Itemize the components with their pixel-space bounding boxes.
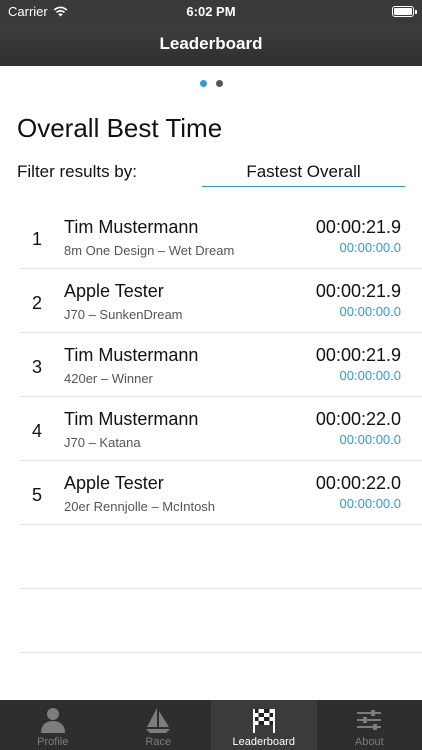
- battery-icon: [392, 6, 417, 17]
- sub-time: 00:00:00.0: [339, 368, 401, 383]
- page-dot-1[interactable]: [199, 80, 207, 87]
- rank: 3: [32, 357, 43, 377]
- filter-select[interactable]: Fastest Overall: [202, 160, 405, 187]
- page-indicator[interactable]: [0, 80, 422, 87]
- sub-time: 00:00:00.0: [339, 240, 401, 255]
- nav-title: Leaderboard: [0, 24, 422, 66]
- sailor-name: Tim Mustermann: [64, 345, 199, 365]
- boat-info: 420er – Winner: [64, 371, 153, 386]
- rank: 4: [32, 421, 43, 441]
- rank: 5: [32, 485, 43, 505]
- boat-info: J70 – Katana: [64, 435, 141, 450]
- page-title: Overall Best Time: [17, 113, 223, 143]
- results-list: 1 Tim Mustermann 8m One Design – Wet Dre…: [20, 205, 422, 653]
- filter-label: Filter results by:: [17, 162, 137, 181]
- best-time: 00:00:21.9: [315, 281, 401, 301]
- sailor-name: Tim Mustermann: [64, 409, 199, 429]
- table-row[interactable]: 3 Tim Mustermann 420er – Winner 00:00:21…: [20, 333, 422, 397]
- boat-info: 20er Rennjolle – McIntosh: [64, 499, 216, 514]
- tab-leaderboard[interactable]: Leaderboard: [211, 700, 317, 750]
- sub-time: 00:00:00.0: [339, 432, 401, 447]
- sailor-name: Apple Tester: [64, 281, 164, 301]
- best-time: 00:00:22.0: [315, 473, 401, 493]
- boat-info: J70 – SunkenDream: [64, 307, 183, 322]
- tab-label: Profile: [37, 736, 69, 748]
- tab-label: Leaderboard: [232, 736, 295, 748]
- tab-profile[interactable]: Profile: [0, 700, 106, 750]
- person-icon: [40, 708, 65, 733]
- sailor-name: Tim Mustermann: [64, 217, 199, 237]
- sailor-name: Apple Tester: [64, 473, 164, 493]
- tab-label: About: [354, 736, 384, 748]
- sailboat-icon: [146, 708, 171, 733]
- tab-label: Race: [145, 736, 172, 748]
- clock: 6:02 PM: [186, 4, 236, 19]
- best-time: 00:00:22.0: [315, 409, 401, 429]
- empty-row: [20, 589, 422, 653]
- status-bar: Carrier 6:02 PM: [0, 0, 422, 24]
- rank: 2: [32, 293, 43, 313]
- sliders-icon: [357, 710, 382, 730]
- page-dot-2[interactable]: [215, 80, 223, 87]
- table-row[interactable]: 1 Tim Mustermann 8m One Design – Wet Dre…: [20, 205, 422, 269]
- tab-bar: Profile Race Leaderboard About: [0, 700, 422, 750]
- empty-row: [20, 525, 422, 589]
- rank: 1: [32, 229, 43, 249]
- table-row[interactable]: 2 Apple Tester J70 – SunkenDream 00:00:2…: [20, 269, 422, 333]
- best-time: 00:00:21.9: [315, 217, 401, 237]
- sub-time: 00:00:00.0: [339, 496, 401, 511]
- boat-info: 8m One Design – Wet Dream: [64, 243, 235, 258]
- tab-about[interactable]: About: [317, 700, 422, 750]
- sub-time: 00:00:00.0: [339, 304, 401, 319]
- table-row[interactable]: 4 Tim Mustermann J70 – Katana 00:00:22.0…: [20, 397, 422, 461]
- tab-race[interactable]: Race: [106, 700, 212, 750]
- best-time: 00:00:21.9: [315, 345, 401, 365]
- table-row[interactable]: 5 Apple Tester 20er Rennjolle – McIntosh…: [20, 461, 422, 525]
- checkered-flag-icon: [252, 709, 275, 733]
